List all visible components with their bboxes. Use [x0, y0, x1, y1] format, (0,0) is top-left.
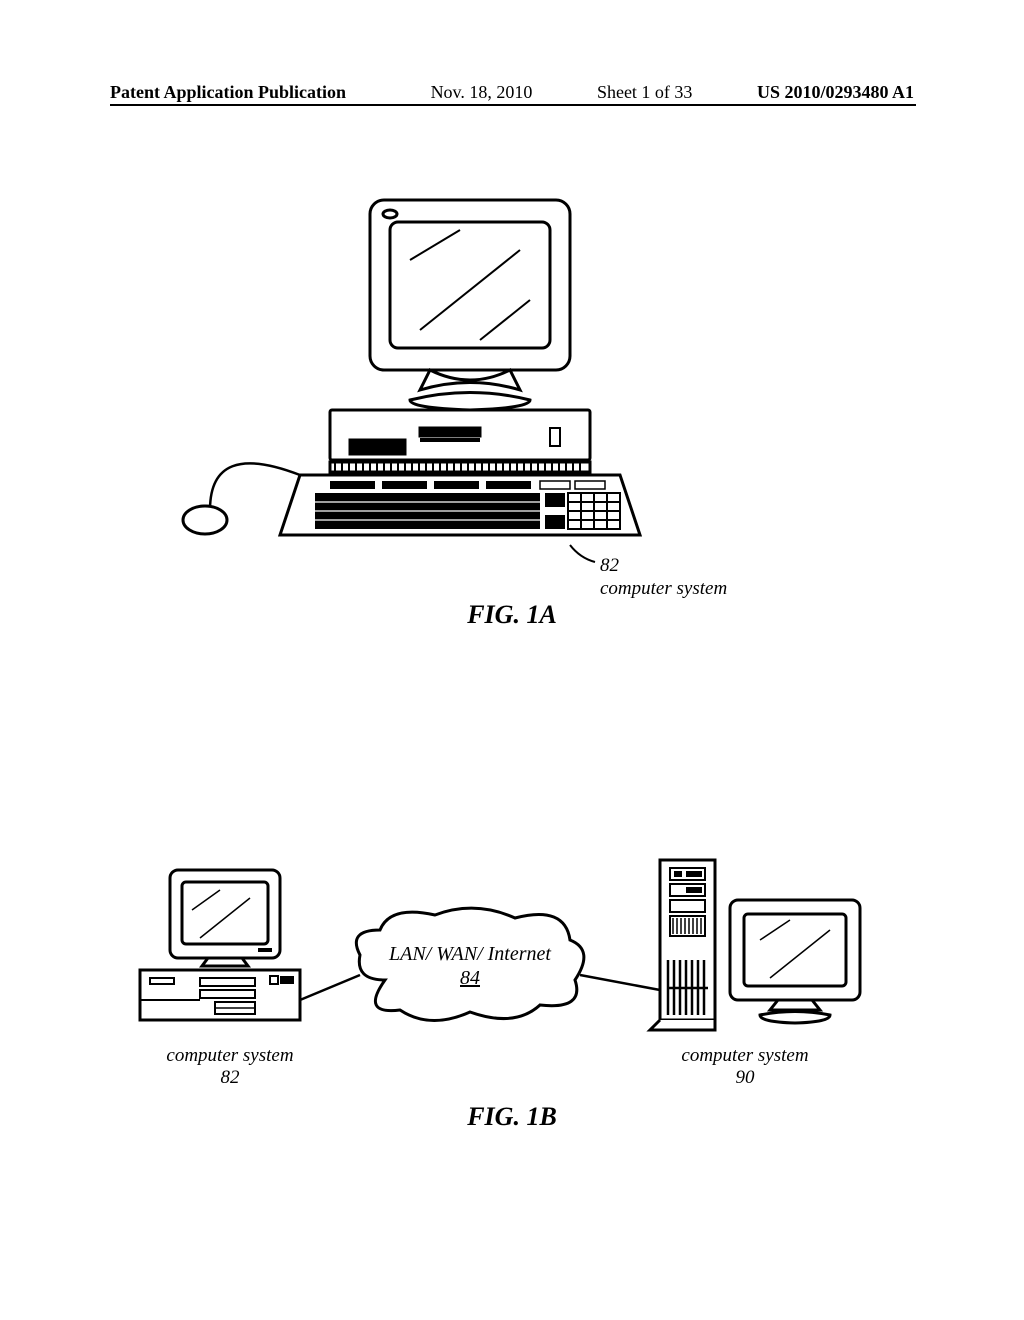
monitor-icon — [370, 200, 570, 410]
desktop-tower-icon — [330, 410, 590, 472]
figure-1a: 82 computer system FIG. 1A — [0, 200, 1024, 640]
keyboard-icon — [280, 475, 640, 535]
header-date: Nov. 18, 2010 — [431, 82, 533, 103]
fig1b-right-label: computer system 90 — [665, 1045, 825, 1089]
fig1a-caption: FIG. 1A — [0, 600, 1024, 630]
cloud-label-line1: LAN/ WAN/ Internet — [388, 943, 551, 965]
header-rule — [110, 104, 916, 106]
figure-1b: LAN/ WAN/ Internet 84 — [0, 850, 1024, 1170]
fig1b-caption: FIG. 1B — [0, 1102, 1024, 1132]
fig1a-drawing — [0, 200, 1024, 640]
fig1a-refnum: 82 — [600, 555, 619, 577]
computer-system-left-icon — [140, 870, 300, 1020]
computer-system-right-icon — [650, 860, 860, 1030]
fig1b-drawing: LAN/ WAN/ Internet 84 — [0, 850, 1024, 1110]
header-left: Patent Application Publication — [110, 82, 346, 103]
fig1b-left-label: computer system 82 — [155, 1045, 305, 1089]
header-pubno: US 2010/0293480 A1 — [757, 82, 914, 103]
fig1a-reflabel: computer system — [600, 578, 727, 600]
cloud-label-ref: 84 — [460, 967, 480, 989]
page-header: Patent Application Publication Nov. 18, … — [0, 82, 1024, 103]
header-sheet: Sheet 1 of 33 — [597, 82, 692, 103]
